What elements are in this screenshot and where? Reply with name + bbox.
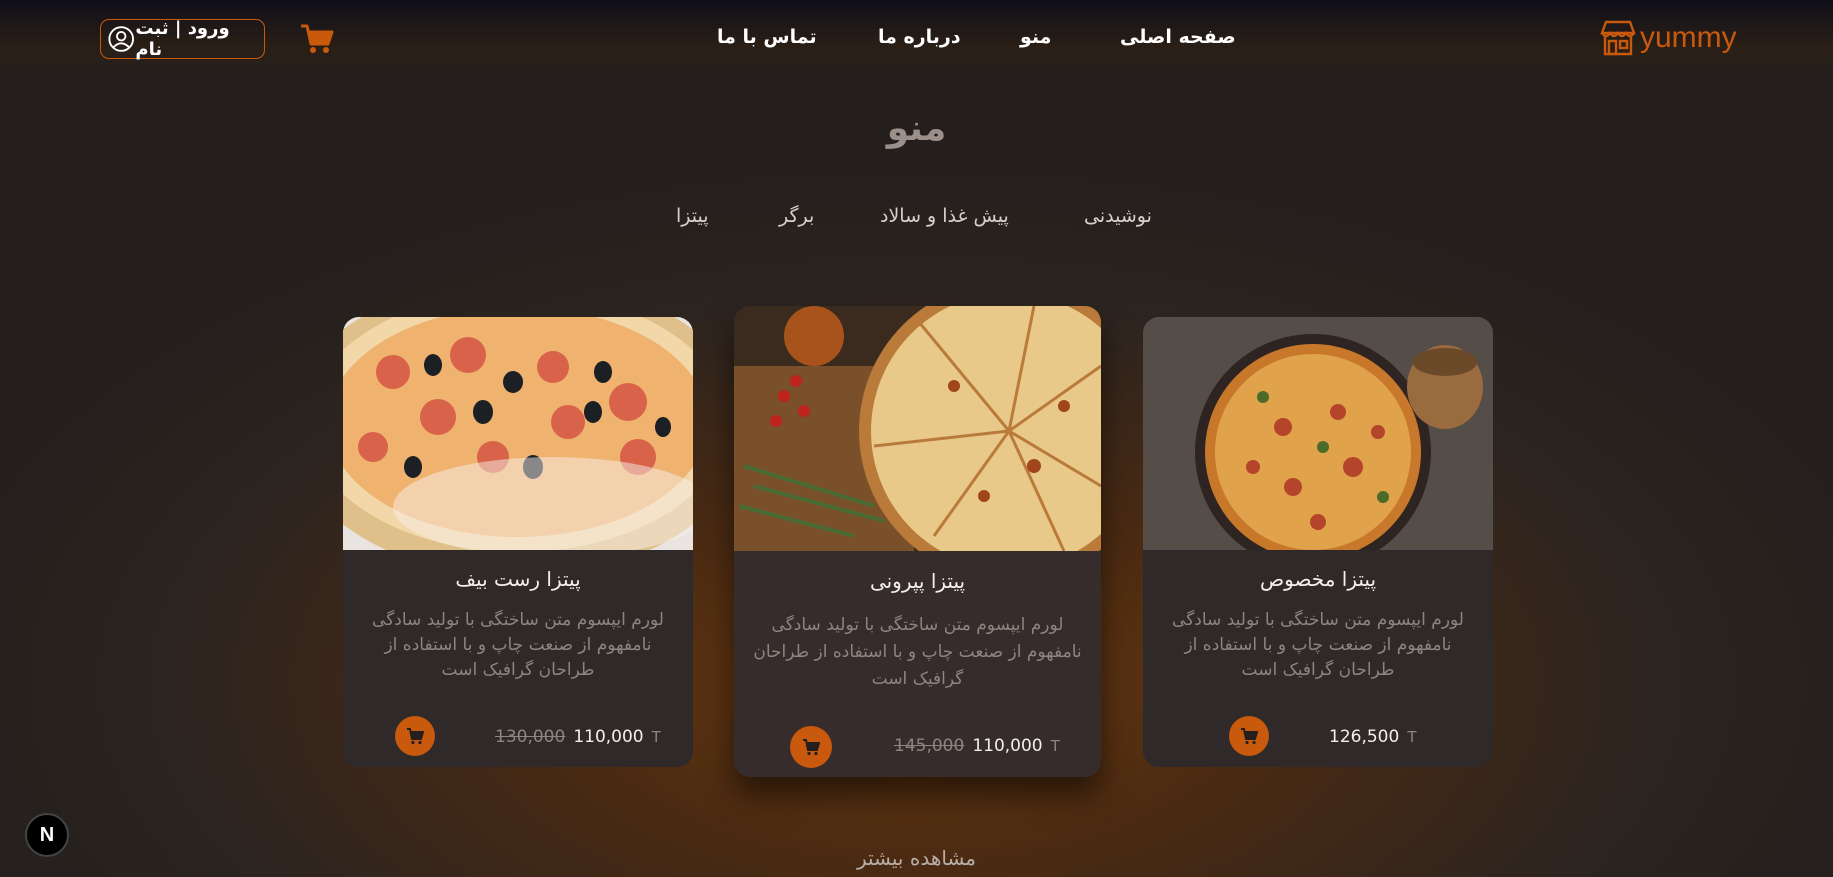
cart-icon — [407, 728, 424, 745]
add-to-cart-button[interactable] — [1229, 716, 1269, 756]
add-to-cart-button[interactable] — [790, 726, 832, 768]
nav-about[interactable]: درباره ما — [878, 22, 961, 52]
view-more-link[interactable]: مشاهده بیشتر — [0, 846, 1833, 870]
brand-name: yummy — [1640, 21, 1737, 54]
nav-home[interactable]: صفحه اصلی — [1120, 22, 1236, 52]
product-card-special-pizza[interactable]: پیتزا مخصوص لورم ایپسوم متن ساختگی با تو… — [1143, 317, 1493, 767]
price-current: 110,000 — [972, 736, 1043, 756]
price-old: 130,000 — [495, 727, 566, 747]
menu-section-title: منو — [886, 108, 947, 149]
product-name: پیتزا مخصوص — [1259, 567, 1377, 591]
tab-drinks[interactable]: نوشیدنی — [1084, 205, 1152, 227]
nav-home-label[interactable]: صفحه اصلی — [1120, 26, 1236, 48]
login-register-label: ورود | ثبت نام — [135, 18, 230, 60]
product-card-pepperoni-pizza[interactable]: پیتزا پپرونی لورم ایپسوم متن ساختگی با ت… — [734, 306, 1101, 777]
price-old: 145,000 — [894, 736, 965, 756]
cart-icon — [803, 739, 820, 756]
nav-about-label[interactable]: درباره ما — [878, 26, 961, 48]
cart-icon[interactable] — [300, 23, 334, 55]
login-register-button[interactable]: ورود | ثبت نام — [100, 18, 265, 60]
user-circle-icon — [108, 26, 135, 52]
product-price: 130,000 110,000 T — [495, 727, 661, 747]
currency-symbol: T — [1050, 737, 1060, 755]
product-description: لورم ایپسوم متن ساختگی با تولید سادگی نا… — [372, 610, 664, 680]
price-current: 110,000 — [573, 727, 644, 747]
currency-symbol: T — [1407, 728, 1417, 746]
tab-burger[interactable]: برگر — [779, 205, 814, 227]
brand-logo[interactable]: yummy — [1598, 18, 1737, 58]
product-image-special-pizza — [1143, 317, 1493, 550]
tab-pizza[interactable]: پیتزا — [676, 205, 709, 227]
nav-contact[interactable]: تماس با ما — [717, 22, 817, 52]
nextjs-dev-badge[interactable]: N — [25, 813, 69, 857]
product-image-pepperoni-pizza — [734, 306, 1101, 551]
price-current: 126,500 — [1329, 727, 1400, 747]
product-description: لورم ایپسوم متن ساختگی با تولید سادگی نا… — [753, 615, 1082, 689]
product-description: لورم ایپسوم متن ساختگی با تولید سادگی نا… — [1172, 610, 1464, 680]
product-name: پیتزا پپرونی — [869, 569, 966, 593]
nav-contact-label[interactable]: تماس با ما — [717, 26, 817, 48]
currency-symbol: T — [651, 728, 661, 746]
product-name: پیتزا رست بیف — [455, 567, 581, 591]
product-price: 145,000 110,000 T — [894, 736, 1060, 756]
cart-icon — [1241, 728, 1258, 745]
product-card-roast-beef-pizza[interactable]: پیتزا رست بیف لورم ایپسوم متن ساختگی با … — [343, 317, 693, 767]
nav-menu-label[interactable]: منو — [1020, 26, 1051, 48]
product-price: 126,500 T — [1329, 727, 1416, 747]
nav-menu[interactable]: منو — [1020, 22, 1051, 52]
shop-icon — [1600, 20, 1636, 56]
product-image-roast-beef-pizza — [343, 317, 693, 550]
tab-appetizers-salad[interactable]: پیش غذا و سالاد — [880, 205, 1009, 227]
add-to-cart-button[interactable] — [395, 716, 435, 756]
